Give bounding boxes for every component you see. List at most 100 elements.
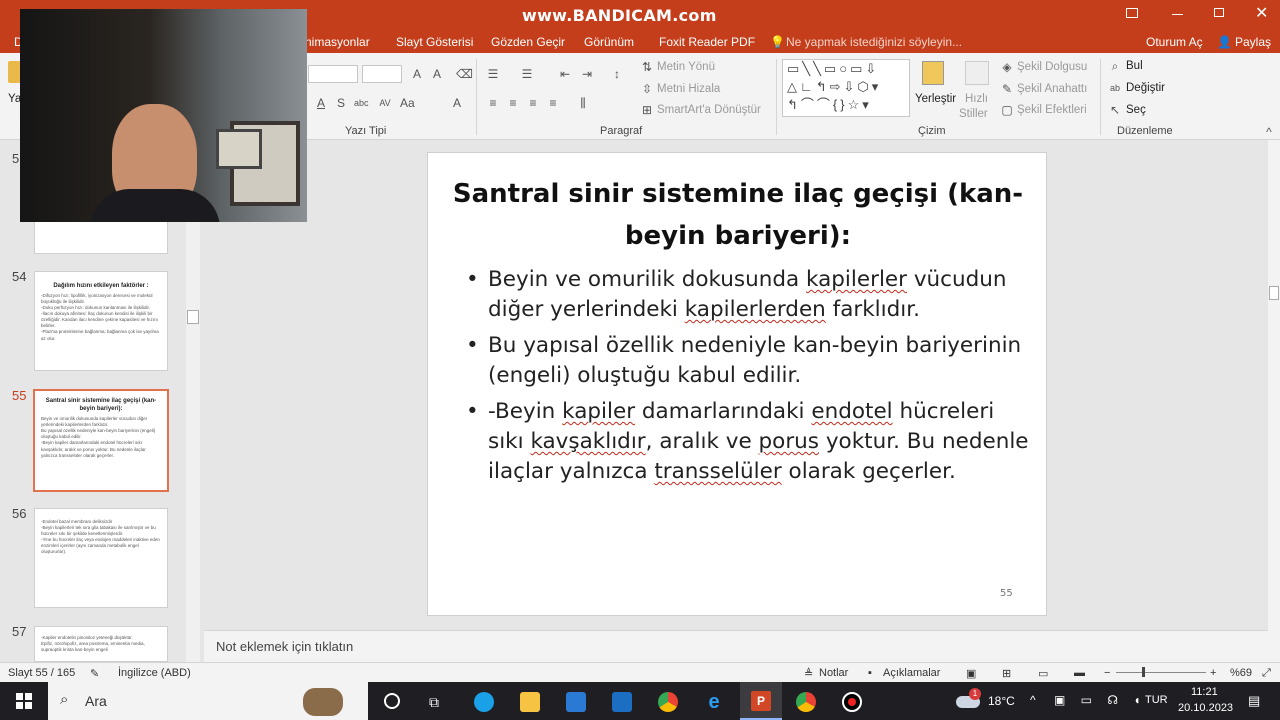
tab-review[interactable]: Gözden Geçir <box>491 35 565 49</box>
chrome-profile-icon[interactable] <box>796 692 816 712</box>
find-button[interactable]: Bul <box>1126 60 1143 72</box>
edge-icon[interactable] <box>474 692 494 712</box>
fit-slide-icon[interactable]: ⤢ <box>1262 667 1271 680</box>
zoom-slider[interactable] <box>1116 672 1206 673</box>
quick-styles-label-1[interactable]: Hızlı <box>965 93 988 105</box>
chrome-icon[interactable] <box>658 692 678 712</box>
underline-icon[interactable]: A <box>314 96 328 110</box>
scroll-thumb[interactable] <box>1269 286 1279 300</box>
zoom-in-icon[interactable]: + <box>1210 667 1216 679</box>
spacing-icon[interactable]: AV <box>378 96 392 110</box>
notes-pane[interactable]: Not eklemek için tıklatın <box>204 630 1268 662</box>
thumbnail-line: Beyin ve omurilik dokusunda kapilerler v… <box>41 416 148 428</box>
sign-in-link[interactable]: Oturum Aç <box>1146 35 1203 49</box>
powerpoint-icon: P <box>751 691 771 711</box>
thumbnail-title: Santral sinir sistemine ilaç geçişi (kan… <box>45 398 157 413</box>
close-icon[interactable]: ✕ <box>1255 3 1268 23</box>
bandicam-icon[interactable] <box>842 692 862 712</box>
powerpoint-taskbar-button[interactable]: P <box>740 682 782 720</box>
task-view-icon[interactable]: ⧉ <box>429 694 439 711</box>
shadow-icon[interactable]: S <box>334 96 348 110</box>
text-direction-button[interactable]: Metin Yönü <box>657 61 715 73</box>
editing-group-label: Düzenleme <box>1117 125 1173 137</box>
slide-thumbnail-selected[interactable]: Santral sinir sistemine ilaç geçişi (kan… <box>33 389 169 492</box>
ribbon-display-options-icon[interactable] <box>1126 8 1138 18</box>
spellcheck-icon[interactable]: ✎ <box>90 667 99 680</box>
normal-view-icon[interactable]: ▣ <box>966 667 976 680</box>
reading-view-icon[interactable]: ▭ <box>1038 667 1048 680</box>
language-indicator[interactable]: İngilizce (ABD) <box>118 667 191 679</box>
slide-title[interactable]: Santral sinir sistemine ilaç geçişi (kan… <box>448 173 1028 257</box>
slide-number-54: 54 <box>12 269 27 284</box>
tab-view[interactable]: Görünüm <box>584 35 634 49</box>
zoom-out-icon[interactable]: − <box>1104 667 1110 679</box>
tell-me-input[interactable]: Ne yapmak istediğinizi söyleyin... <box>786 35 962 49</box>
tray-icons[interactable]: ▣ ▭ ☊ ◖ <box>1054 693 1147 707</box>
align-left-icon[interactable]: ≡ <box>486 96 500 110</box>
file-explorer-icon[interactable] <box>520 692 540 712</box>
clock-time[interactable]: 11:21 <box>1191 686 1218 698</box>
strike-icon[interactable]: abc <box>354 96 369 110</box>
editor-scrollbar[interactable] <box>1268 140 1280 662</box>
slide-thumbnail[interactable]: Dağılım hızını etkileyen faktörler : -Di… <box>34 271 168 371</box>
align-text-button[interactable]: Metni Hizala <box>657 83 720 95</box>
shrink-font-icon[interactable]: A <box>430 67 444 81</box>
font-size-box[interactable] <box>362 65 402 83</box>
decrease-indent-icon[interactable]: ⇤ <box>558 67 572 81</box>
shape-fill-button[interactable]: Şekil Dolgusu <box>1017 61 1087 73</box>
mail-icon[interactable] <box>612 692 632 712</box>
case-icon[interactable]: Aa <box>400 96 415 110</box>
align-center-icon[interactable]: ≡ <box>506 96 520 110</box>
collapse-ribbon-icon[interactable]: ^ <box>1262 125 1276 139</box>
align-right-icon[interactable]: ≡ <box>526 96 540 110</box>
zoom-level[interactable]: %69 <box>1230 667 1252 679</box>
comments-button[interactable]: Açıklamalar <box>883 667 940 679</box>
align-text-icon: ⇳ <box>641 82 653 96</box>
zoom-slider-thumb[interactable] <box>1142 667 1145 677</box>
select-button[interactable]: Seç <box>1126 104 1146 116</box>
restore-icon[interactable] <box>1214 8 1224 17</box>
notes-placeholder[interactable]: Not eklemek için tıklatın <box>216 639 353 654</box>
grow-font-icon[interactable]: A <box>410 67 424 81</box>
shapes-gallery[interactable]: ▭╲╲▭○▭⇩ △∟↰⇨⇩⬡▾ ↰⌒⌒{}☆▾ <box>782 59 910 117</box>
clock-date[interactable]: 20.10.2023 <box>1178 702 1233 714</box>
justify-icon[interactable]: ≡ <box>546 96 560 110</box>
bullets-icon[interactable]: ☰ <box>486 67 500 81</box>
tab-slideshow[interactable]: Slayt Gösterisi <box>396 35 473 49</box>
arrange-button[interactable]: Yerleştir <box>915 93 956 105</box>
store-icon[interactable] <box>566 692 586 712</box>
share-button[interactable]: Paylaş <box>1235 35 1271 49</box>
font-color-icon[interactable]: A <box>450 96 464 110</box>
tab-animations[interactable]: nimasyonlar <box>305 35 370 49</box>
tray-chevron-icon[interactable]: ^ <box>1030 693 1036 707</box>
smartart-button[interactable]: SmartArt'a Dönüştür <box>657 104 761 116</box>
ie-icon[interactable]: e <box>704 692 724 712</box>
current-slide[interactable]: Santral sinir sistemine ilaç geçişi (kan… <box>427 152 1047 616</box>
search-box[interactable]: ⌕ Ara <box>48 682 368 720</box>
shape-outline-button[interactable]: Şekil Anahattı <box>1017 83 1087 95</box>
clear-format-icon[interactable]: ⌫ <box>456 67 473 81</box>
columns-icon[interactable]: ⫼ <box>576 96 590 110</box>
line-spacing-icon[interactable]: ↕ <box>610 67 624 81</box>
temperature[interactable]: 18°C <box>988 694 1015 708</box>
slide-bullets[interactable]: Beyin ve omurilik dokusunda kapilerler v… <box>466 265 1036 493</box>
slide-thumbnail[interactable]: -Endotel bazal membranı deliksizdir -Bey… <box>34 508 168 608</box>
shape-effects-button[interactable]: Şekil Efektleri <box>1017 104 1087 116</box>
font-name-box[interactable] <box>308 65 358 83</box>
input-language[interactable]: TUR <box>1145 694 1168 706</box>
notes-button[interactable]: Notlar <box>819 667 848 679</box>
find-icon: ⌕ <box>1111 59 1119 73</box>
slideshow-icon[interactable]: ▬ <box>1074 667 1085 679</box>
slide-sorter-icon[interactable]: ⊞ <box>1002 667 1011 680</box>
increase-indent-icon[interactable]: ⇥ <box>580 67 594 81</box>
quick-styles-label-2[interactable]: Stiller <box>959 108 988 120</box>
slide-thumbnail[interactable]: -Kapiler endotelin pinositoz yeteneği dü… <box>34 626 168 662</box>
cortana-icon[interactable] <box>384 693 400 709</box>
windows-start-icon[interactable] <box>16 693 32 709</box>
tab-foxit[interactable]: Foxit Reader PDF <box>659 35 755 49</box>
minimize-icon[interactable] <box>1172 14 1183 15</box>
notifications-icon[interactable]: ▤ <box>1248 693 1260 709</box>
replace-button[interactable]: Değiştir <box>1126 82 1165 94</box>
numbering-icon[interactable]: ☰ <box>520 67 534 81</box>
scroll-thumb[interactable] <box>187 310 199 324</box>
